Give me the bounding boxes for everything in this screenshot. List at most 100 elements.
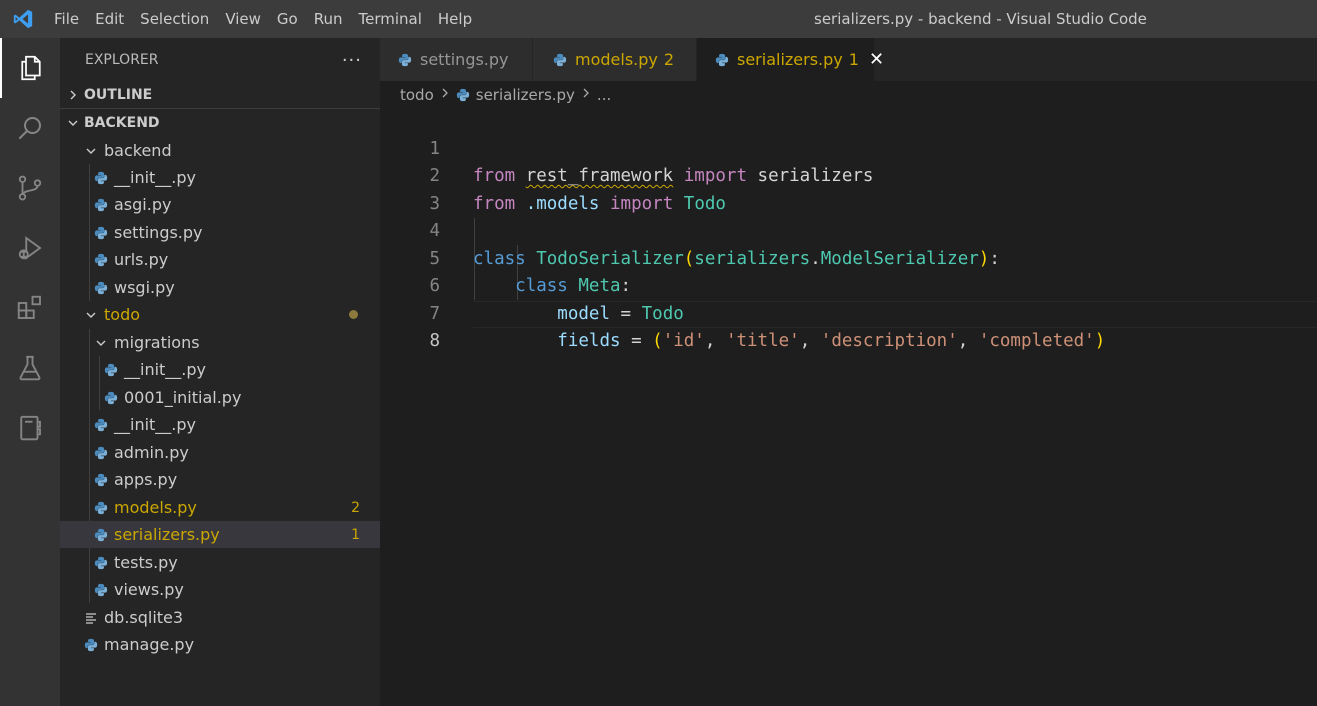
tree-item-label: db.sqlite3 — [104, 608, 184, 627]
chevron-down-icon — [90, 337, 112, 349]
code-line: 4 class TodoSerializer(serializers.Model… — [380, 191, 1317, 269]
tab-label: models.py — [575, 50, 658, 69]
tree-item-label: migrations — [114, 333, 200, 352]
python-file-icon — [100, 391, 122, 405]
python-file-icon — [90, 198, 112, 212]
menu-help[interactable]: Help — [430, 0, 480, 38]
menu-run[interactable]: Run — [306, 0, 351, 38]
editor-tabs: settings.py models.py 2 serializers.py 1… — [380, 38, 1317, 81]
vscode-logo-icon — [0, 0, 46, 38]
python-file-icon — [90, 528, 112, 542]
tab-models[interactable]: models.py 2 — [533, 38, 697, 81]
python-file-icon — [715, 53, 729, 67]
extensions-icon[interactable] — [0, 278, 60, 338]
code-line: 3 — [380, 163, 1317, 214]
chevron-right-icon — [581, 87, 591, 103]
tab-problem-count: 1 — [848, 50, 859, 69]
explorer-title: EXPLORER — [85, 52, 159, 68]
source-control-icon[interactable] — [0, 158, 60, 218]
chevron-right-icon — [62, 89, 84, 101]
python-file-icon — [80, 638, 102, 652]
tree-item-label: apps.py — [114, 470, 178, 489]
tab-label: settings.py — [420, 50, 509, 69]
code-token: 'id' — [662, 331, 705, 351]
tree-folder-migrations[interactable]: migrations — [60, 329, 380, 356]
code-token: 'title' — [725, 331, 800, 351]
tab-settings[interactable]: settings.py — [380, 38, 533, 81]
python-file-icon — [90, 501, 112, 515]
close-tab-icon[interactable]: ✕ — [869, 49, 884, 70]
more-actions-button[interactable]: ··· — [342, 50, 362, 71]
breadcrumb: todo serializers.py ... — [380, 81, 1317, 109]
code-token: = — [631, 331, 642, 351]
code-token: , — [957, 331, 979, 351]
tab-label: serializers.py — [737, 50, 843, 69]
activity-bar — [0, 38, 60, 706]
python-file-icon — [90, 583, 112, 597]
python-file-icon — [90, 446, 112, 460]
python-file-icon — [90, 418, 112, 432]
run-debug-icon[interactable] — [0, 218, 60, 278]
tree-file-migrations-init[interactable]: __init__.py — [60, 356, 380, 383]
chevron-right-icon — [440, 87, 450, 103]
code-token: , — [704, 331, 726, 351]
python-file-icon — [398, 53, 412, 67]
tree-file-wsgi[interactable]: wsgi.py — [60, 274, 380, 301]
testing-icon[interactable] — [0, 338, 60, 398]
tree-item-label: backend — [104, 141, 172, 160]
tree-file-views[interactable]: views.py — [60, 576, 380, 603]
tree-file-apps[interactable]: apps.py — [60, 466, 380, 493]
tree-item-label: __init__.py — [114, 168, 197, 187]
problems-badge: 1 — [351, 526, 360, 543]
chevron-down-icon — [80, 309, 102, 321]
breadcrumb-folder[interactable]: todo — [400, 86, 434, 104]
menu-edit[interactable]: Edit — [87, 0, 132, 38]
tree-file-serializers[interactable]: serializers.py 1 — [60, 521, 380, 548]
menu-selection[interactable]: Selection — [132, 0, 217, 38]
tree-file-db-sqlite[interactable]: db.sqlite3 — [60, 604, 380, 631]
chevron-down-icon — [62, 117, 84, 129]
tree-file-asgi[interactable]: asgi.py — [60, 191, 380, 218]
menu-terminal[interactable]: Terminal — [351, 0, 430, 38]
tree-item-label: models.py — [114, 498, 197, 517]
menu-go[interactable]: Go — [269, 0, 306, 38]
code-token: 'description' — [820, 331, 958, 351]
tree-item-label: todo — [104, 305, 141, 324]
section-divider — [60, 108, 380, 109]
line-number: 8 — [429, 331, 440, 351]
tree-file-todo-init[interactable]: __init__.py — [60, 411, 380, 438]
tree-file-admin[interactable]: admin.py — [60, 439, 380, 466]
code-token: 'completed' — [978, 331, 1095, 351]
tree-file-init[interactable]: __init__.py — [60, 164, 380, 191]
tree-file-settings[interactable]: settings.py — [60, 219, 380, 246]
breadcrumb-file[interactable]: serializers.py — [476, 86, 575, 104]
files-icon[interactable] — [0, 38, 60, 98]
tree-file-tests[interactable]: tests.py — [60, 549, 380, 576]
tree-folder-todo[interactable]: todo — [60, 301, 380, 328]
tree-file-manage[interactable]: manage.py — [60, 631, 380, 658]
code-editor[interactable]: 1 from rest_framework import serializers… — [380, 108, 1317, 706]
explorer-header: EXPLORER ··· — [60, 38, 380, 82]
breadcrumb-symbol[interactable]: ... — [597, 86, 611, 104]
tree-folder-backend[interactable]: backend — [60, 137, 380, 164]
tab-serializers[interactable]: serializers.py 1 ✕ — [697, 38, 884, 81]
search-icon[interactable] — [0, 98, 60, 158]
python-file-icon — [90, 171, 112, 185]
outline-label: OUTLINE — [84, 87, 153, 103]
tree-file-0001-initial[interactable]: 0001_initial.py — [60, 384, 380, 411]
tree-file-models[interactable]: models.py 2 — [60, 494, 380, 521]
backend-section[interactable]: BACKEND — [60, 110, 380, 136]
tree-file-urls[interactable]: urls.py — [60, 246, 380, 273]
outline-section[interactable]: OUTLINE — [60, 82, 380, 108]
code-line: 2 from .models import Todo — [380, 136, 1317, 214]
menu-bar: File Edit Selection View Go Run Terminal… — [46, 0, 480, 38]
code-line: 7 fields = ('id', 'title', 'description'… — [380, 273, 1317, 352]
menu-file[interactable]: File — [46, 0, 87, 38]
tree-item-label: views.py — [114, 580, 184, 599]
menu-view[interactable]: View — [217, 0, 269, 38]
notebook-icon[interactable] — [0, 398, 60, 458]
python-file-icon — [90, 281, 112, 295]
text-file-icon — [80, 612, 102, 624]
tree-item-label: settings.py — [114, 223, 203, 242]
python-file-icon — [553, 53, 567, 67]
